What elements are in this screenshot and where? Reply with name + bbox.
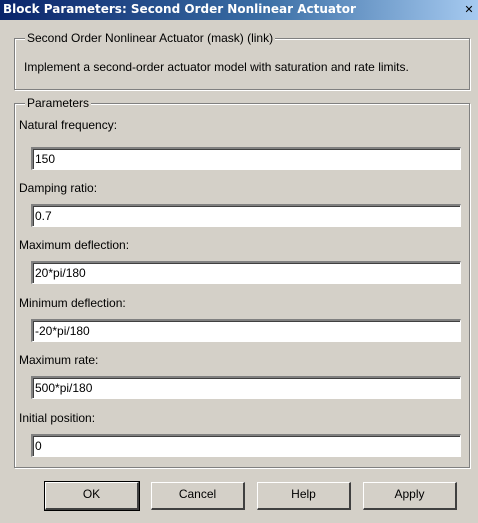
- ok-button[interactable]: OK: [44, 481, 140, 511]
- maximum-deflection-input[interactable]: 20*pi/180: [31, 261, 461, 284]
- parameters-group-legend: Parameters: [25, 96, 92, 110]
- close-icon[interactable]: ✕: [462, 3, 476, 16]
- minimum-deflection-input[interactable]: -20*pi/180: [31, 319, 461, 342]
- title-bar[interactable]: Block Parameters: Second Order Nonlinear…: [0, 0, 478, 20]
- help-button[interactable]: Help: [257, 482, 351, 510]
- maximum-rate-label: Maximum rate:: [19, 353, 99, 367]
- help-button-label: Help: [291, 487, 316, 501]
- window-title: Block Parameters: Second Order Nonlinear…: [3, 2, 356, 16]
- damping-ratio-input[interactable]: 0.7: [31, 204, 461, 227]
- maximum-deflection-label: Maximum deflection:: [19, 238, 130, 252]
- apply-button[interactable]: Apply: [363, 482, 457, 510]
- mask-description-group: Second Order Nonlinear Actuator (mask) (…: [14, 31, 470, 90]
- natural-frequency-label: Natural frequency:: [19, 118, 118, 132]
- ok-button-label: OK: [82, 487, 101, 501]
- block-parameters-dialog: Block Parameters: Second Order Nonlinear…: [0, 0, 478, 523]
- mask-group-legend: Second Order Nonlinear Actuator (mask) (…: [25, 31, 276, 45]
- cancel-button-label: Cancel: [178, 487, 217, 501]
- natural-frequency-input[interactable]: 150: [31, 147, 461, 170]
- cancel-button[interactable]: Cancel: [151, 482, 245, 510]
- initial-position-input[interactable]: 0: [31, 434, 461, 457]
- maximum-rate-input[interactable]: 500*pi/180: [31, 376, 461, 399]
- minimum-deflection-label: Minimum deflection:: [19, 296, 126, 310]
- mask-description: Implement a second-order actuator model …: [24, 60, 409, 74]
- apply-button-label: Apply: [394, 487, 425, 501]
- damping-ratio-label: Damping ratio:: [19, 181, 98, 195]
- initial-position-label: Initial position:: [19, 411, 96, 425]
